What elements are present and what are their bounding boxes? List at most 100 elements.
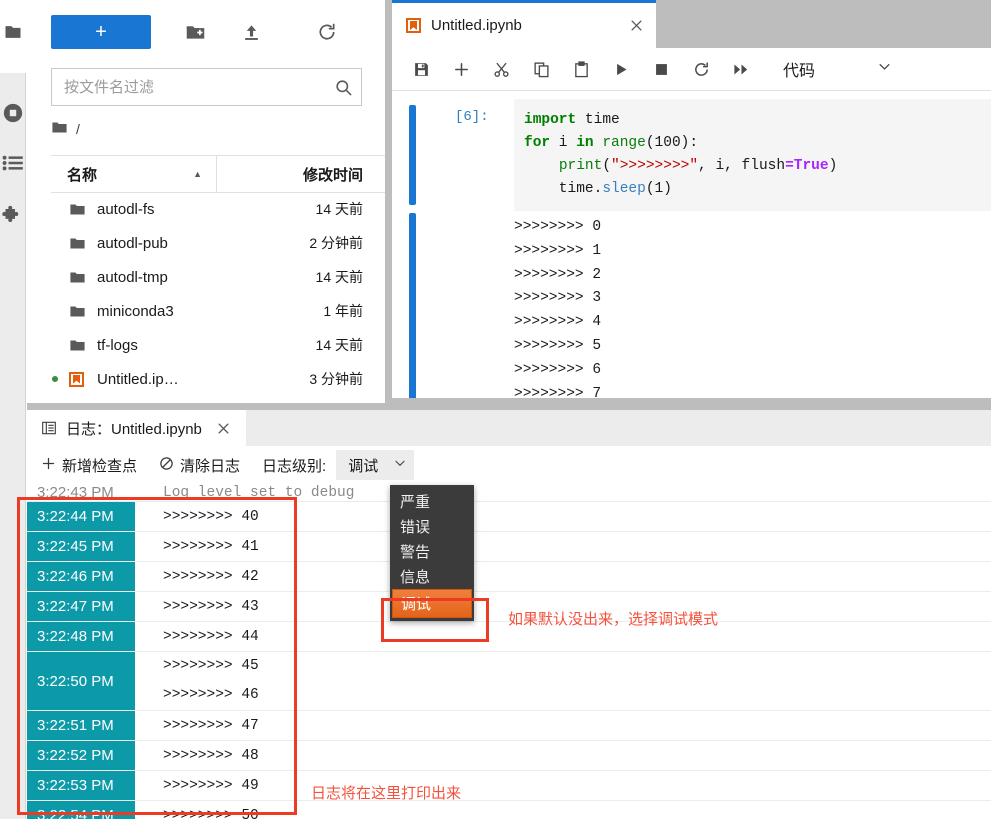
log-entry-time: 3:22:51 PM <box>27 711 135 740</box>
add-checkpoint-button[interactable]: 新增检查点 <box>41 455 137 476</box>
file-browser-icon[interactable] <box>0 12 26 52</box>
log-entry-time: 3:22:47 PM <box>27 592 135 621</box>
restart-icon[interactable] <box>681 49 721 89</box>
column-header-modified[interactable]: 修改时间 <box>217 156 385 192</box>
filter-input[interactable] <box>52 69 325 105</box>
log-entry-message: >>>>>>>> 41 <box>163 538 259 555</box>
file-list-item[interactable]: Untitled.ip… 3 分钟前 <box>51 362 385 396</box>
code-cell-editor[interactable]: import time for i in range(100): print("… <box>514 99 991 211</box>
log-level-option[interactable]: 警告 <box>390 539 474 564</box>
file-name: autodl-fs <box>97 200 155 218</box>
log-level-option[interactable]: 错误 <box>390 514 474 539</box>
paste-icon[interactable] <box>561 49 601 89</box>
file-list-item[interactable]: tf-logs 14 天前 <box>51 328 385 362</box>
search-icon <box>325 78 361 97</box>
cell-type-value: 代码 <box>783 63 816 80</box>
file-modified-time: 1 年前 <box>323 303 363 319</box>
log-level-option[interactable]: 信息 <box>390 564 474 589</box>
commands-icon[interactable] <box>0 143 26 183</box>
log-level-dropdown-menu[interactable]: 严重 错误 警告 信息 调试 <box>390 485 474 621</box>
folder-icon <box>69 303 91 320</box>
save-icon[interactable] <box>401 49 441 89</box>
log-entry-row: 3:22:54 PM >>>>>>>> 50 <box>27 801 991 819</box>
log-entry-row: 3:22:43 PM Log level set to debug <box>27 484 991 502</box>
log-console-icon <box>41 420 57 436</box>
log-level-select[interactable]: 调试 <box>336 450 415 480</box>
filter-box[interactable] <box>51 68 362 106</box>
log-level-option[interactable]: 调试 <box>392 589 472 618</box>
log-level-label: 日志级别: <box>262 457 327 475</box>
log-entry-list[interactable]: 3:22:43 PM Log level set to debug 3:22:44 … <box>27 484 991 819</box>
sort-ascending-icon: ▲ <box>193 169 202 179</box>
file-list-item[interactable]: autodl-pub 2 分钟前 <box>51 226 385 260</box>
close-icon[interactable] <box>616 18 656 33</box>
stop-icon[interactable] <box>641 49 681 89</box>
file-modified-time: 14 天前 <box>315 337 363 353</box>
vertical-splitter[interactable] <box>385 0 392 410</box>
close-icon[interactable] <box>202 410 246 446</box>
file-list-item[interactable]: autodl-tmp 14 天前 <box>51 260 385 294</box>
log-entry-row: 3:22:44 PM >>>>>>>> 40 <box>27 502 991 532</box>
log-entry-message: >>>>>>>> 49 <box>163 777 259 794</box>
new-launcher-button[interactable]: + <box>51 15 151 49</box>
file-browser-panel: + / 名称 ▲ 修改时间 autodl-fs14 天前auto <box>27 0 385 410</box>
run-all-icon[interactable] <box>721 49 761 89</box>
log-entry-row: 3:22:50 PM >>>>>>>> 45 >>>>>>>> 46 <box>27 652 991 711</box>
folder-icon <box>69 201 91 218</box>
folder-icon <box>69 269 91 286</box>
add-cell-icon[interactable] <box>441 49 481 89</box>
output-active-bar <box>409 213 416 403</box>
column-header-modified-label: 修改时间 <box>302 166 363 184</box>
run-icon[interactable] <box>601 49 641 89</box>
notebook-icon <box>406 18 421 33</box>
log-entry-message: >>>>>>>> 45 >>>>>>>> 46 <box>163 658 259 703</box>
breadcrumb-path[interactable]: / <box>76 121 80 137</box>
notebook-tab-label: Untitled.ipynb <box>431 17 522 34</box>
log-toolbar: 新增检查点 清除日志 日志级别: 调试 <box>27 446 991 484</box>
log-entry-time: 3:22:50 PM <box>27 652 135 710</box>
extensions-icon[interactable] <box>0 195 26 235</box>
log-entry-message: >>>>>>>> 40 <box>163 508 259 525</box>
cell-type-select[interactable]: 代码 <box>783 57 892 81</box>
chevron-down-icon <box>877 59 892 79</box>
horizontal-splitter[interactable] <box>27 403 991 410</box>
ban-icon <box>159 456 174 475</box>
file-list-item[interactable]: miniconda3 1 年前 <box>51 294 385 328</box>
file-list: autodl-fs 14 天前 autodl-pub 2 分钟前 autodl-tmp 1… <box>51 192 385 396</box>
refresh-icon[interactable] <box>311 16 343 48</box>
folder-icon <box>51 119 68 139</box>
file-name: autodl-tmp <box>97 268 168 286</box>
log-entry-time: 3:22:44 PM <box>27 502 135 531</box>
column-header-name[interactable]: 名称 ▲ <box>51 156 217 192</box>
notebook-tab-bar: Untitled.ipynb <box>392 0 991 48</box>
log-entry-message: >>>>>>>> 47 <box>163 717 259 734</box>
running-sessions-icon[interactable] <box>0 93 26 133</box>
log-tab-label: 日志：Untitled.ipynb <box>66 420 202 438</box>
clear-log-button[interactable]: 清除日志 <box>159 455 240 476</box>
cut-icon[interactable] <box>481 49 521 89</box>
log-entry-message: >>>>>>>> 42 <box>163 568 259 585</box>
file-modified-time: 2 分钟前 <box>309 235 363 251</box>
log-tab[interactable]: 日志：Untitled.ipynb <box>27 410 246 446</box>
breadcrumb[interactable]: / <box>51 116 80 142</box>
file-browser-toolbar: + <box>27 0 385 62</box>
log-level-option[interactable]: 严重 <box>390 489 474 514</box>
annotation-text-logs: 日志将在这里打印出来 <box>311 785 462 802</box>
activity-bar <box>0 73 26 819</box>
log-entry-row: 3:22:51 PM >>>>>>>> 47 <box>27 711 991 741</box>
notebook-tab[interactable]: Untitled.ipynb <box>392 0 656 48</box>
log-tab-bar: 日志：Untitled.ipynb <box>27 410 991 446</box>
log-entry-time: 3:22:54 PM <box>27 801 135 819</box>
activity-bar-top-spacer <box>0 0 26 73</box>
copy-icon[interactable] <box>521 49 561 89</box>
file-modified-time: 14 天前 <box>315 201 363 217</box>
log-entry-row: 3:22:46 PM >>>>>>>> 42 <box>27 562 991 592</box>
unsaved-indicator <box>52 376 58 382</box>
column-header-name-label: 名称 <box>67 166 98 184</box>
file-list-item[interactable]: autodl-fs 14 天前 <box>51 192 385 226</box>
upload-icon[interactable] <box>235 16 267 48</box>
log-entry-message: >>>>>>>> 48 <box>163 747 259 764</box>
log-entry-time: 3:22:46 PM <box>27 562 135 591</box>
log-entry-row: 3:22:52 PM >>>>>>>> 48 <box>27 741 991 771</box>
new-folder-icon[interactable] <box>179 16 211 48</box>
